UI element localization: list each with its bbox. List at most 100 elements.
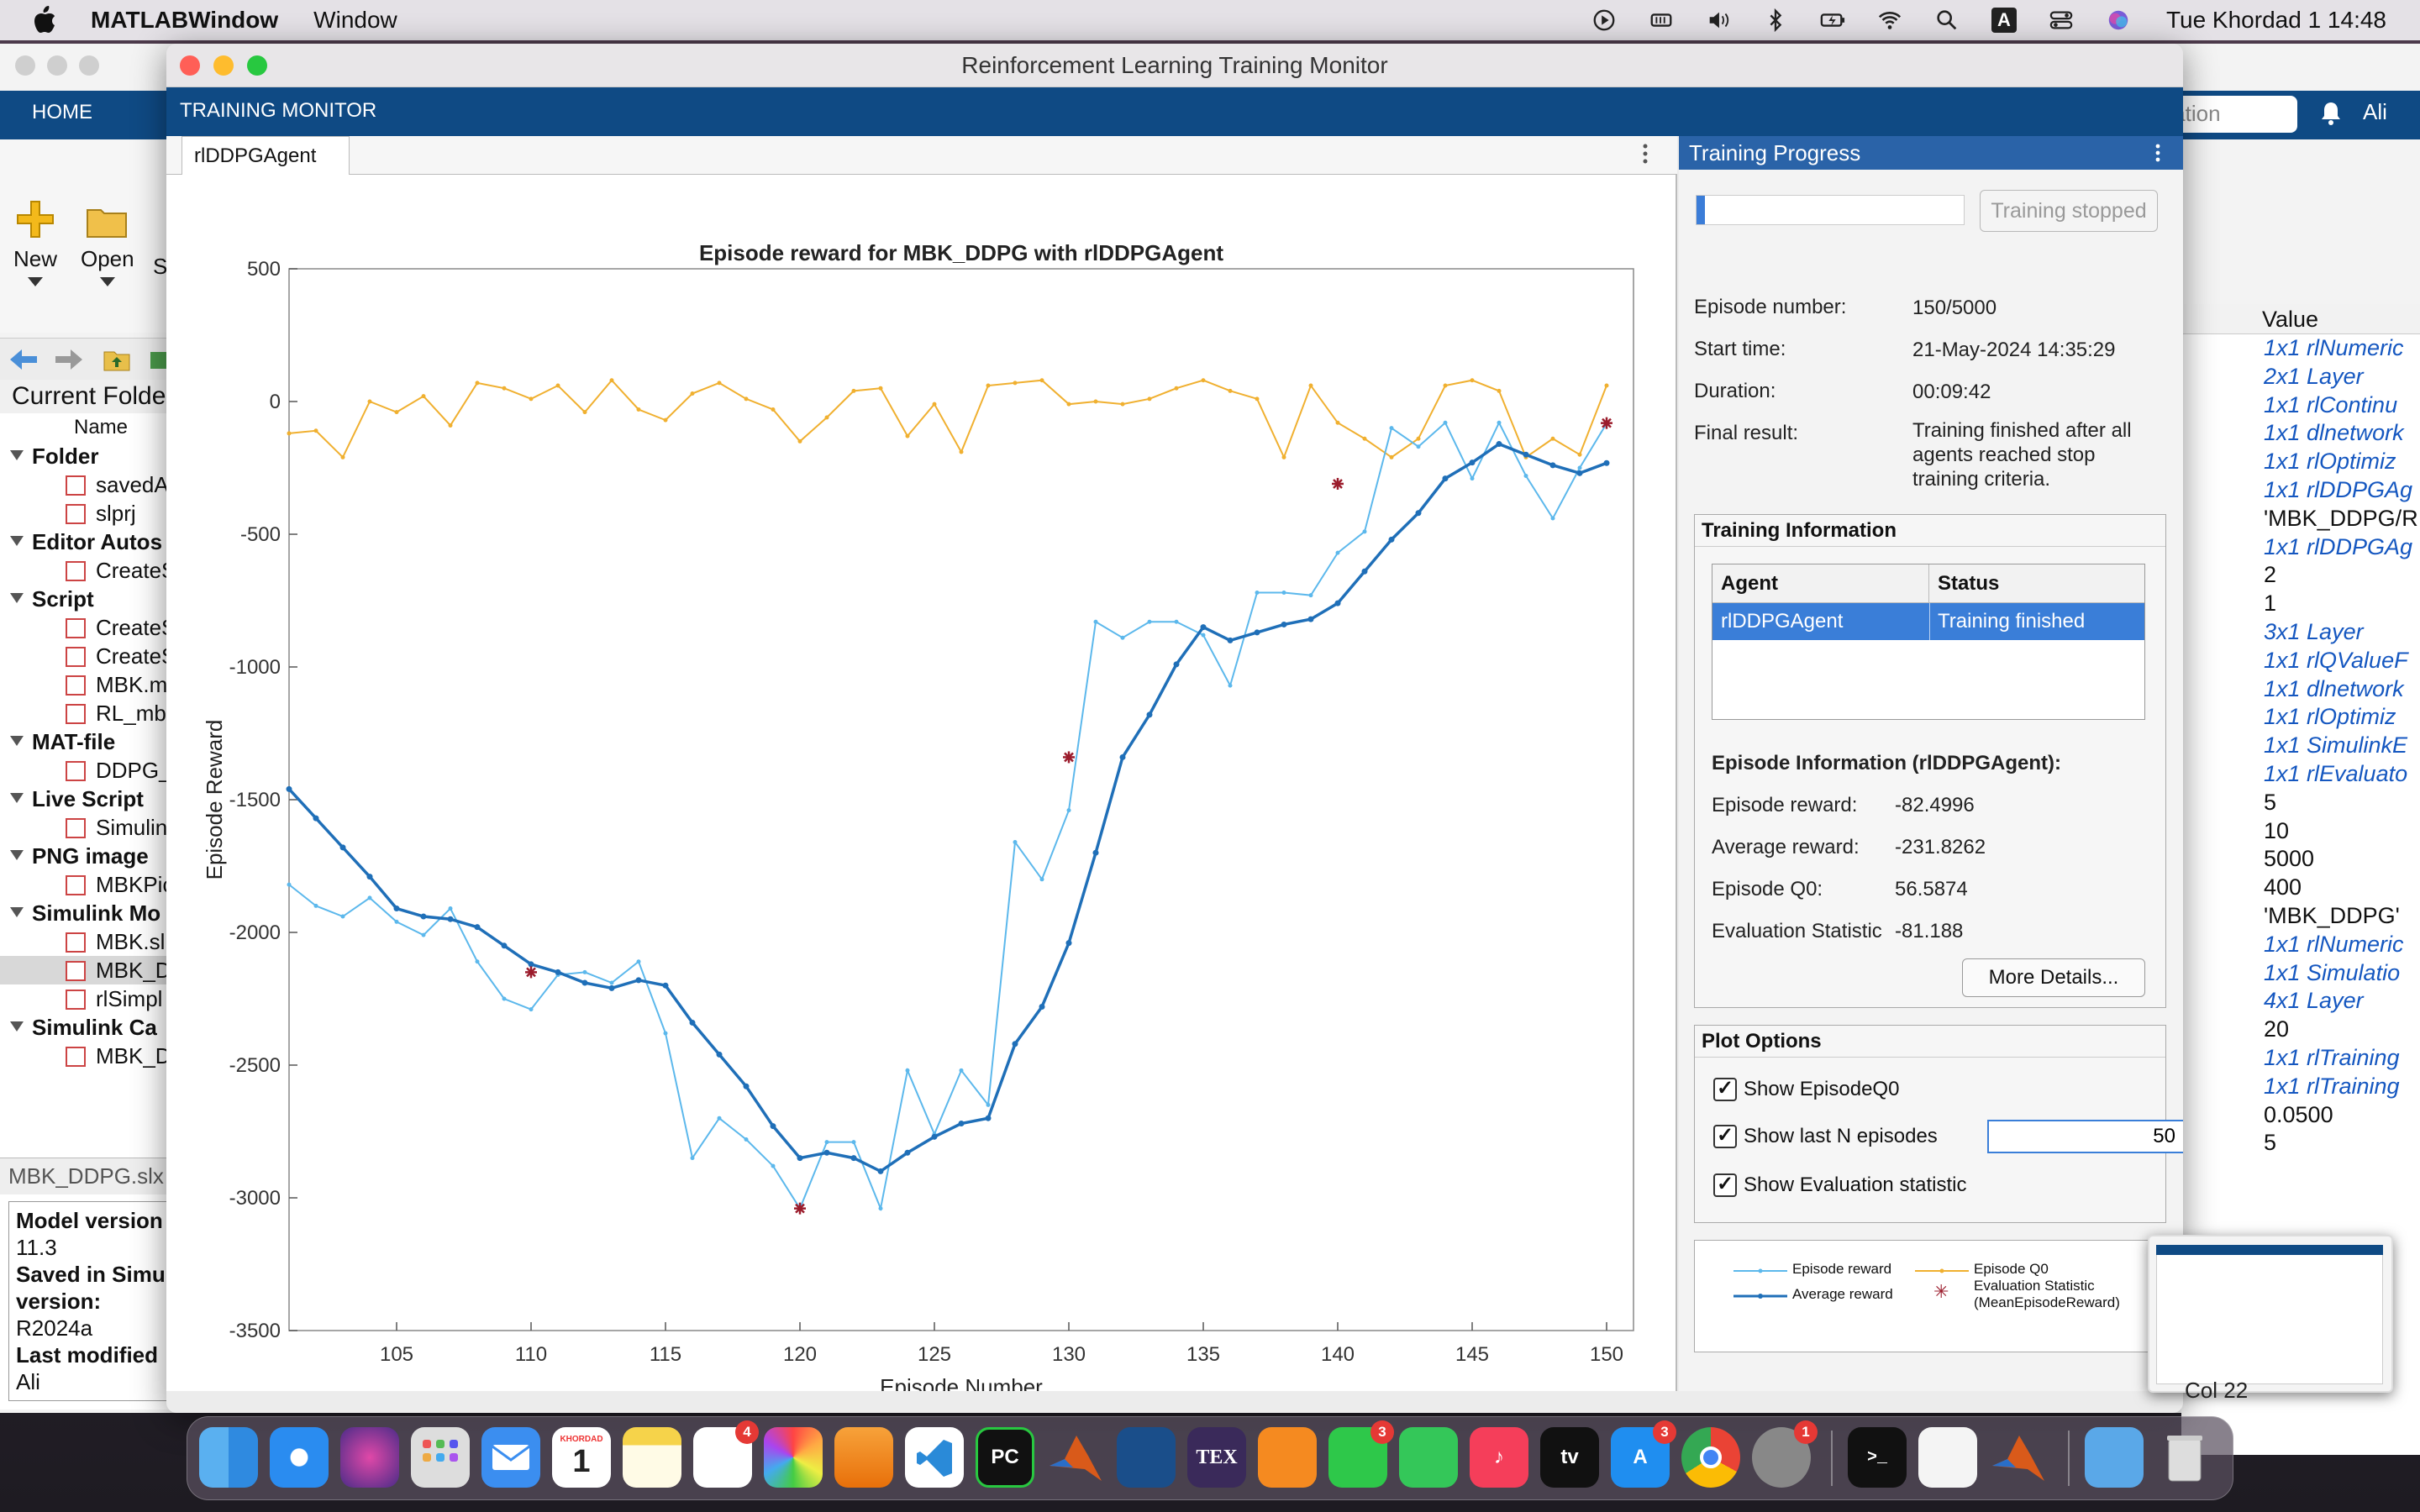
workspace-value[interactable]: 1x1 rlDDPGAg: [2181, 476, 2420, 505]
tree-item[interactable]: MBK.sl: [0, 927, 176, 956]
siri-app-icon[interactable]: [340, 1427, 399, 1488]
more-details-button[interactable]: More Details...: [1962, 958, 2145, 997]
workspace-value[interactable]: 1x1 rlContinu: [2181, 391, 2420, 420]
pages-icon[interactable]: [834, 1427, 893, 1488]
table-row[interactable]: rlDDPGAgent Training finished: [1712, 603, 2144, 640]
show-episodeq0-checkbox[interactable]: ✓: [1713, 1078, 1737, 1101]
battery-charging-icon[interactable]: [1820, 8, 1845, 33]
vscode-icon[interactable]: [905, 1427, 964, 1488]
bg-zoom-button[interactable]: [79, 55, 99, 76]
tree-item[interactable]: savedA: [0, 470, 176, 499]
music-icon[interactable]: ♪: [1470, 1427, 1528, 1488]
messages-icon[interactable]: [1399, 1427, 1458, 1488]
workspace-value[interactable]: 2x1 Layer: [2181, 363, 2420, 391]
workspace-value[interactable]: 5000: [2181, 845, 2420, 874]
show-last-n-checkbox[interactable]: ✓: [1713, 1125, 1737, 1148]
name-column-header[interactable]: Name: [0, 413, 176, 442]
back-arrow-icon[interactable]: [8, 347, 39, 372]
tree-item[interactable]: CreateS: [0, 556, 176, 585]
tree-group[interactable]: Simulink Ca: [0, 1013, 176, 1042]
tree-group[interactable]: Live Script: [0, 785, 176, 813]
apple-logo-icon[interactable]: [32, 6, 57, 34]
photos-icon[interactable]: [764, 1427, 823, 1488]
bg-minimize-button[interactable]: [47, 55, 67, 76]
applications-folder-icon[interactable]: [2085, 1427, 2144, 1488]
workspace-value[interactable]: 1x1 rlEvaluato: [2181, 760, 2420, 789]
workspace-value[interactable]: 'MBK_DDPG': [2181, 902, 2420, 931]
bluetooth-icon[interactable]: [1763, 8, 1788, 33]
workspace-value[interactable]: 1x1 rlNumeric: [2181, 334, 2420, 363]
apple-tv-icon[interactable]: tv: [1540, 1427, 1599, 1488]
finder-icon[interactable]: [199, 1427, 258, 1488]
control-center-icon[interactable]: [2049, 8, 2074, 33]
siri-icon[interactable]: [2106, 8, 2131, 33]
kebab-menu-icon[interactable]: [1637, 141, 1654, 166]
show-evaluation-checkbox[interactable]: ✓: [1713, 1173, 1737, 1197]
app-store-icon[interactable]: A3: [1611, 1420, 1676, 1488]
tree-group[interactable]: Simulink Mo: [0, 899, 176, 927]
workspace-value[interactable]: 0.0500: [2181, 1101, 2420, 1130]
workspace-value[interactable]: 'MBK_DDPG/RI: [2181, 505, 2420, 533]
workspace-value[interactable]: 1x1 dlnetwork: [2181, 419, 2420, 448]
workspace-value[interactable]: 1x1 rlTraining: [2181, 1073, 2420, 1101]
training-stopped-button[interactable]: Training stopped: [1980, 190, 2158, 232]
notification-bell-icon[interactable]: [2319, 101, 2343, 126]
workspace-value[interactable]: 2: [2181, 561, 2420, 590]
workspace-value[interactable]: 10: [2181, 817, 2420, 846]
facetime-icon[interactable]: 3: [1328, 1420, 1394, 1488]
menu-window[interactable]: Window: [313, 7, 397, 34]
tex-icon[interactable]: TEX: [1187, 1427, 1246, 1488]
textedit-icon[interactable]: [1918, 1427, 1977, 1488]
tab-rlddpgagent[interactable]: rlDDPGAgent: [182, 136, 350, 175]
workspace-value[interactable]: 1x1 rlDDPGAg: [2181, 533, 2420, 562]
volume-icon[interactable]: [1706, 8, 1731, 33]
wifi-icon[interactable]: [1877, 8, 1902, 33]
books-icon[interactable]: [1258, 1427, 1317, 1488]
tree-group[interactable]: Folder: [0, 442, 176, 470]
episode-reward-chart[interactable]: 500 0 -500 -1000 -1500 -2000 -2500 -3000 -3500 10…: [166, 175, 1677, 1391]
workspace-value[interactable]: 20: [2181, 1016, 2420, 1044]
kebab-menu-icon[interactable]: [2151, 141, 2165, 165]
reminders-icon[interactable]: 4: [693, 1420, 759, 1488]
agent-column-header[interactable]: Agent: [1712, 564, 1929, 603]
workspace-value[interactable]: 1x1 Simulatio: [2181, 959, 2420, 988]
spotlight-search-icon[interactable]: [1934, 8, 1960, 33]
tree-item[interactable]: DDPG_: [0, 756, 176, 785]
notes-icon[interactable]: [623, 1427, 681, 1488]
bg-close-button[interactable]: [15, 55, 35, 76]
workspace-value-header[interactable]: Value: [2181, 304, 2420, 334]
calendar-icon[interactable]: KHORDAD 1: [552, 1427, 611, 1488]
chrome-icon[interactable]: [1681, 1427, 1740, 1488]
tree-item[interactable]: rlSimpl: [0, 984, 176, 1013]
safari-icon[interactable]: [270, 1427, 329, 1488]
tree-group[interactable]: MAT-file: [0, 727, 176, 756]
workspace-value[interactable]: 1: [2181, 590, 2420, 618]
new-button[interactable]: New: [13, 139, 57, 286]
workspace-value[interactable]: 4x1 Layer: [2181, 987, 2420, 1016]
tree-item[interactable]: Simulin: [0, 813, 176, 842]
user-menu[interactable]: Ali: [2363, 99, 2387, 125]
tree-group[interactable]: Editor Autos: [0, 528, 176, 556]
tree-item[interactable]: RL_mb: [0, 699, 176, 727]
workspace-value[interactable]: 400: [2181, 874, 2420, 902]
save-button[interactable]: S: [153, 254, 167, 280]
tree-item[interactable]: MBKPic: [0, 870, 176, 899]
tree-item[interactable]: slprj: [0, 499, 176, 528]
screenshot-thumbnail[interactable]: [2148, 1235, 2393, 1393]
tree-group[interactable]: PNG image: [0, 842, 176, 870]
play-circle-icon[interactable]: [1591, 8, 1617, 33]
forward-arrow-icon[interactable]: [54, 347, 84, 372]
menu-bar-clock[interactable]: Tue Khordad 1 14:48: [2166, 7, 2386, 34]
app-menu-title[interactable]: MATLABWindow: [91, 7, 278, 34]
workspace-value[interactable]: 1x1 rlNumeric: [2181, 931, 2420, 959]
open-button[interactable]: Open: [81, 139, 134, 286]
tree-item[interactable]: MBK_D: [0, 1042, 176, 1070]
workspace-value[interactable]: 3x1 Layer: [2181, 618, 2420, 647]
pycharm-icon[interactable]: PC: [976, 1427, 1034, 1488]
up-folder-icon[interactable]: [103, 347, 131, 372]
launchpad-icon[interactable]: [411, 1427, 470, 1488]
mail-icon[interactable]: [481, 1427, 540, 1488]
last-n-episodes-input[interactable]: [1987, 1120, 2183, 1153]
matlab-window-icon[interactable]: [1989, 1427, 2048, 1488]
tree-item[interactable]: CreateS: [0, 613, 176, 642]
